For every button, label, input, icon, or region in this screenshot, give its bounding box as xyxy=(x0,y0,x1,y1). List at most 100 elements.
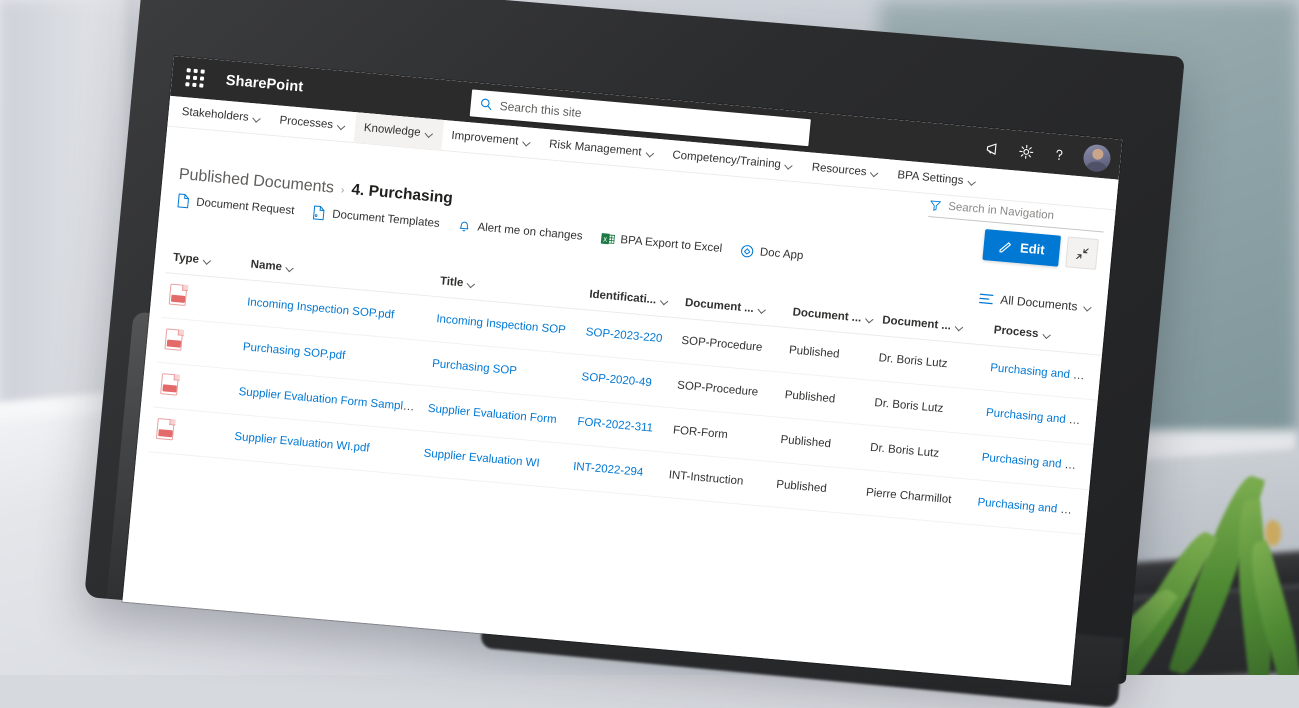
chevron-down-icon xyxy=(968,177,977,186)
laptop: SharePoint Search this site xyxy=(112,12,1172,672)
megaphone-icon[interactable] xyxy=(984,139,1003,157)
help-icon[interactable] xyxy=(1050,145,1069,163)
view-selector[interactable]: All Documents xyxy=(978,291,1093,315)
process-link[interactable]: Purchasing and Sup xyxy=(977,496,1081,517)
chevron-down-icon xyxy=(523,138,532,147)
column-label: Document ... xyxy=(882,314,952,332)
app-launcher-icon[interactable] xyxy=(183,66,207,90)
identification-link[interactable]: INT-2022-294 xyxy=(573,461,644,479)
collapse-arrows-icon xyxy=(1074,246,1089,261)
chevron-down-icon xyxy=(758,305,767,314)
document-request-icon xyxy=(176,193,191,209)
edit-button[interactable]: Edit xyxy=(983,229,1061,267)
nav-item-label: Stakeholders xyxy=(181,106,249,124)
site-search-placeholder: Search this site xyxy=(499,98,582,119)
chevron-down-icon xyxy=(338,122,347,131)
command-doc-app[interactable]: Doc App xyxy=(739,243,804,263)
column-label: Name xyxy=(250,259,282,274)
cell-document-status: Published xyxy=(777,372,871,425)
nav-item-label: Processes xyxy=(279,115,334,132)
column-label: Document ... xyxy=(684,297,754,315)
file-link[interactable]: Incoming Inspection SOP.pdf xyxy=(247,296,395,321)
chevron-down-icon xyxy=(425,129,434,138)
chevron-down-icon xyxy=(956,323,965,332)
pdf-file-icon xyxy=(164,328,183,350)
nav-item-label: Competency/Training xyxy=(672,149,782,171)
avatar[interactable] xyxy=(1082,143,1111,172)
bell-icon xyxy=(457,218,472,234)
cell-type xyxy=(149,407,231,459)
chevron-down-icon xyxy=(1084,303,1093,312)
cell-identification[interactable]: INT-2022-294 xyxy=(565,444,665,497)
cell-type xyxy=(153,362,235,414)
command-document-request[interactable]: Document Request xyxy=(176,193,295,218)
file-link[interactable]: Purchasing SOP.pdf xyxy=(242,341,345,362)
chevron-down-icon xyxy=(871,169,880,178)
focus-on-content-button[interactable] xyxy=(1065,236,1099,270)
process-link[interactable]: Purchasing and Sup xyxy=(981,452,1085,473)
navigation-search-placeholder: Search in Navigation xyxy=(948,201,1055,222)
command-document-templates[interactable]: Document Templates xyxy=(312,205,441,231)
chevron-down-icon xyxy=(646,149,655,158)
cell-document-status: Published xyxy=(768,462,862,515)
nav-item-label: BPA Settings xyxy=(897,169,964,187)
chevron-down-icon xyxy=(204,256,213,265)
svg-text:X: X xyxy=(603,236,608,243)
search-icon xyxy=(479,97,493,111)
command-label: BPA Export to Excel xyxy=(620,234,723,255)
chevron-down-icon xyxy=(287,264,296,273)
sharepoint-brand[interactable]: SharePoint xyxy=(225,73,304,96)
column-label: Title xyxy=(439,275,463,289)
title-link[interactable]: Incoming Inspection SOP xyxy=(436,313,566,336)
gear-icon[interactable] xyxy=(1017,142,1036,160)
breadcrumb-separator: › xyxy=(340,184,345,196)
cell-type xyxy=(161,273,243,325)
laptop-screen: SharePoint Search this site xyxy=(122,56,1122,685)
column-label: Process xyxy=(993,324,1039,340)
pdf-file-icon xyxy=(156,418,175,440)
command-bpa-export-to-excel[interactable]: X BPA Export to Excel xyxy=(600,231,723,256)
cell-document-type: INT-Instruction xyxy=(661,452,773,506)
title-link[interactable]: Supplier Evaluation Form xyxy=(427,403,557,426)
view-selector-label: All Documents xyxy=(1000,293,1078,314)
identification-link[interactable]: SOP-2023-220 xyxy=(585,326,663,345)
edit-button-label: Edit xyxy=(1019,240,1045,257)
cell-document-status: Published xyxy=(772,417,866,470)
chevron-down-icon xyxy=(785,161,794,170)
title-link[interactable]: Supplier Evaluation WI xyxy=(423,448,540,470)
plant-leaf-tip xyxy=(1265,520,1281,546)
cell-type xyxy=(157,317,239,369)
chevron-down-icon xyxy=(661,297,670,306)
column-label: Type xyxy=(172,252,199,266)
process-link[interactable]: Purchasing and Sup xyxy=(985,407,1089,428)
chevron-down-icon xyxy=(253,114,262,123)
cell-process[interactable]: Purchasing and Sup xyxy=(969,480,1083,534)
column-label: Document ... xyxy=(792,306,862,324)
command-label: Document Request xyxy=(196,196,295,217)
cell-document-status: Published xyxy=(781,327,875,380)
chevron-down-icon xyxy=(468,280,477,289)
command-label: Doc App xyxy=(759,246,803,262)
filter-icon xyxy=(929,199,942,212)
identification-link[interactable]: FOR-2022-311 xyxy=(577,416,654,435)
nav-item-label: Improvement xyxy=(451,130,519,148)
command-label: Document Templates xyxy=(332,208,441,229)
cell-document-author: Pierre Charmillot xyxy=(858,470,974,525)
command-alert-me[interactable]: Alert me on changes xyxy=(457,218,583,244)
list-view-icon xyxy=(978,291,994,305)
doc-app-icon xyxy=(739,243,754,258)
file-link[interactable]: Supplier Evaluation Form Sample.pdf xyxy=(238,386,424,415)
identification-link[interactable]: SOP-2020-49 xyxy=(581,371,652,389)
file-link[interactable]: Supplier Evaluation WI.pdf xyxy=(234,431,370,455)
excel-icon: X xyxy=(600,231,615,246)
pencil-icon xyxy=(999,239,1014,254)
nav-item-label: Risk Management xyxy=(549,138,642,158)
pdf-file-icon xyxy=(169,284,188,306)
chevron-down-icon xyxy=(866,315,871,323)
command-label: Alert me on changes xyxy=(477,221,583,242)
process-link[interactable]: Purchasing and Sup xyxy=(990,362,1094,383)
nav-item-label: Knowledge xyxy=(363,122,421,139)
title-link[interactable]: Purchasing SOP xyxy=(432,358,518,377)
nav-item-label: Resources xyxy=(811,162,867,179)
column-label: Identificati... xyxy=(589,289,657,307)
